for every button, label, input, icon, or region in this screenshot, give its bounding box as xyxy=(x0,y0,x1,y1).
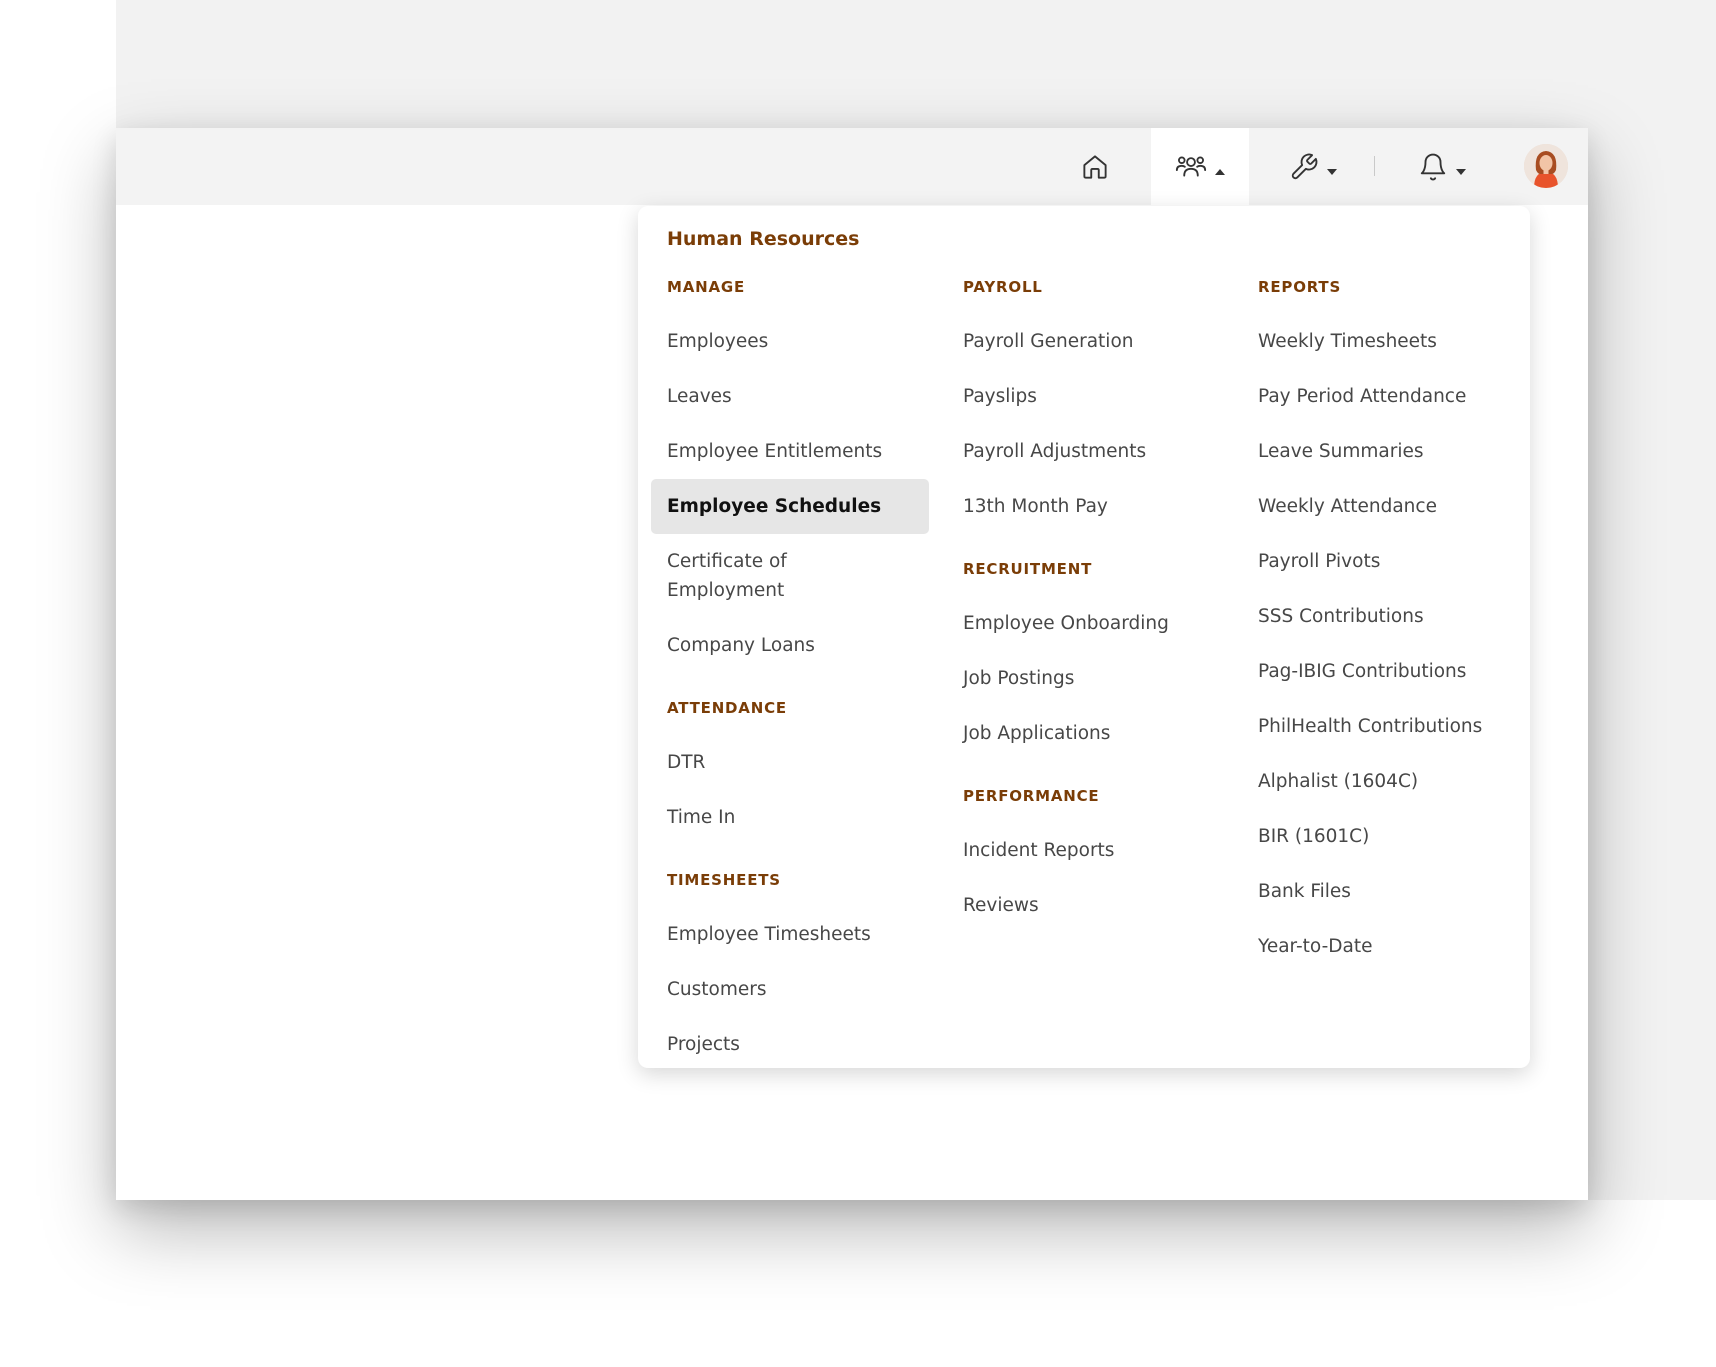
menu-item-pag-ibig-contributions[interactable]: Pag-IBIG Contributions xyxy=(1242,644,1520,699)
caret-up-icon xyxy=(1215,168,1225,175)
nav-notifications-button[interactable] xyxy=(1404,128,1480,205)
menu-title: Human Resources xyxy=(667,228,860,250)
nav-tools-button[interactable] xyxy=(1268,128,1358,205)
menu-item-13th-month-pay[interactable]: 13th Month Pay xyxy=(947,479,1225,534)
menu-item-employees[interactable]: Employees xyxy=(651,314,929,369)
section-label-performance: PERFORMANCE xyxy=(963,787,1100,805)
menu-item-payslips[interactable]: Payslips xyxy=(947,369,1225,424)
menu-item-customers[interactable]: Customers xyxy=(651,962,929,1017)
nav-hr-button[interactable] xyxy=(1151,128,1249,205)
menu-item-job-postings[interactable]: Job Postings xyxy=(947,651,1225,706)
section-label-recruitment: RECRUITMENT xyxy=(963,560,1093,578)
menu-item-time-in[interactable]: Time In xyxy=(651,790,929,845)
menu-item-payroll-adjustments[interactable]: Payroll Adjustments xyxy=(947,424,1225,479)
section-label-manage: MANAGE xyxy=(667,278,746,296)
menu-item-employee-entitlements[interactable]: Employee Entitlements xyxy=(651,424,929,479)
app-window: Human Resources MANAGE Employees Leaves … xyxy=(116,128,1588,1200)
top-navbar xyxy=(116,128,1588,205)
menu-item-alphalist-1604c[interactable]: Alphalist (1604C) xyxy=(1242,754,1520,809)
menu-column-3: REPORTS Weekly Timesheets Pay Period Att… xyxy=(1242,274,1512,974)
menu-item-weekly-timesheets[interactable]: Weekly Timesheets xyxy=(1242,314,1520,369)
hr-dropdown-menu: Human Resources MANAGE Employees Leaves … xyxy=(638,206,1530,1068)
menu-item-employee-timesheets[interactable]: Employee Timesheets xyxy=(651,907,929,962)
caret-down-icon xyxy=(1456,168,1466,175)
menu-item-payroll-generation[interactable]: Payroll Generation xyxy=(947,314,1225,369)
menu-item-reviews[interactable]: Reviews xyxy=(947,878,1225,933)
menu-item-bir-1601c[interactable]: BIR (1601C) xyxy=(1242,809,1520,864)
menu-item-sss-contributions[interactable]: SSS Contributions xyxy=(1242,589,1520,644)
menu-item-year-to-date[interactable]: Year-to-Date xyxy=(1242,919,1520,974)
wrench-icon xyxy=(1291,153,1318,179)
menu-item-bank-files[interactable]: Bank Files xyxy=(1242,864,1520,919)
menu-item-incident-reports[interactable]: Incident Reports xyxy=(947,823,1225,878)
menu-item-employee-schedules[interactable]: Employee Schedules xyxy=(651,479,929,534)
section-label-attendance: ATTENDANCE xyxy=(667,699,787,717)
caret-down-icon xyxy=(1327,168,1337,175)
menu-column-2: PAYROLL Payroll Generation Payslips Payr… xyxy=(947,274,1217,933)
nav-home-button[interactable] xyxy=(1062,128,1128,205)
menu-item-certificate-of-employment[interactable]: Certificate of Employment xyxy=(651,534,919,618)
menu-item-leaves[interactable]: Leaves xyxy=(651,369,929,424)
bell-icon xyxy=(1420,153,1446,180)
menu-item-company-loans[interactable]: Company Loans xyxy=(651,618,929,673)
menu-item-leave-summaries[interactable]: Leave Summaries xyxy=(1242,424,1520,479)
menu-item-employee-onboarding[interactable]: Employee Onboarding xyxy=(947,596,1225,651)
menu-item-job-applications[interactable]: Job Applications xyxy=(947,706,1225,761)
home-icon xyxy=(1083,154,1107,179)
menu-item-payroll-pivots[interactable]: Payroll Pivots xyxy=(1242,534,1520,589)
users-icon xyxy=(1175,155,1207,177)
section-label-reports: REPORTS xyxy=(1258,278,1342,296)
menu-item-philhealth-contributions[interactable]: PhilHealth Contributions xyxy=(1242,699,1520,754)
menu-item-projects[interactable]: Projects xyxy=(651,1017,929,1072)
menu-column-1: MANAGE Employees Leaves Employee Entitle… xyxy=(651,274,929,1072)
menu-item-weekly-attendance[interactable]: Weekly Attendance xyxy=(1242,479,1520,534)
section-label-payroll: PAYROLL xyxy=(963,278,1043,296)
section-label-timesheets: TIMESHEETS xyxy=(667,871,781,889)
nav-divider xyxy=(1374,156,1375,176)
user-avatar[interactable] xyxy=(1524,144,1568,188)
menu-item-pay-period-attendance[interactable]: Pay Period Attendance xyxy=(1242,369,1520,424)
menu-item-dtr[interactable]: DTR xyxy=(651,735,929,790)
